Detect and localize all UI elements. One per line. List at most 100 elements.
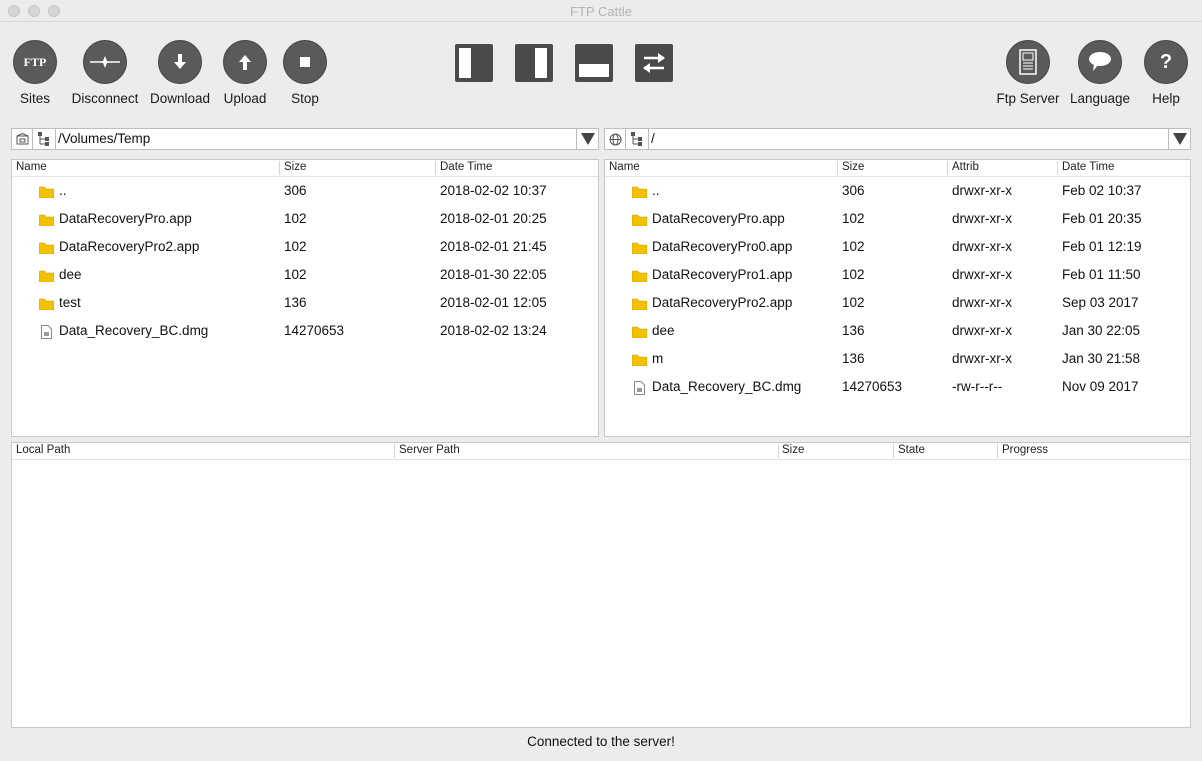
transfer-queue[interactable]: Local Path Server Path Size State Progre… [11, 442, 1191, 728]
local-file-row[interactable]: .. 306 2018-02-02 10:37 [12, 177, 598, 205]
local-col-date[interactable]: Date Time [436, 161, 492, 176]
remote-size-cell: 102 [842, 267, 865, 282]
folder-icon [38, 213, 55, 231]
local-file-list[interactable]: Name Size Date Time .. 306 2018-02-02 10:3… [11, 159, 599, 437]
remote-name-cell: DataRecoveryPro1.app [652, 267, 793, 282]
sites-label: Sites [19, 91, 50, 106]
local-file-row[interactable]: DataRecoveryPro2.app 102 2018-02-01 21:45 [12, 233, 598, 261]
remote-size-cell: 136 [842, 351, 865, 366]
local-tree-icon[interactable] [36, 131, 52, 147]
remote-name-cell: DataRecoveryPro2.app [652, 295, 793, 310]
local-file-row[interactable]: Data_Recovery_BC.dmg 14270653 2018-02-02 1… [12, 317, 598, 345]
folder-icon [38, 269, 55, 287]
local-name-cell: DataRecoveryPro.app [59, 211, 192, 226]
local-size-cell: 102 [284, 267, 307, 282]
local-file-row[interactable]: DataRecoveryPro.app 102 2018-02-01 20:25 [12, 205, 598, 233]
remote-name-cell: Data_Recovery_BC.dmg [652, 379, 802, 394]
remote-file-row[interactable]: m 136 drwxr-xr-x Jan 30 21:58 [605, 345, 1190, 373]
queue-col-progress[interactable]: Progress [998, 444, 1048, 459]
local-size-cell: 136 [284, 295, 307, 310]
remote-date-cell: Sep 03 2017 [1062, 295, 1139, 310]
remote-attrib-cell: drwxr-xr-x [952, 211, 1012, 226]
remote-list-header: Name Size Attrib Date Time [605, 160, 1190, 177]
folder-icon [38, 241, 55, 259]
chevron-down-icon [1172, 133, 1187, 145]
folder-icon [631, 269, 648, 287]
remote-col-date[interactable]: Date Time [1058, 161, 1114, 176]
folder-icon [631, 353, 648, 371]
remote-name-cell: DataRecoveryPro.app [652, 211, 785, 226]
local-date-cell: 2018-02-01 12:05 [440, 295, 547, 310]
help-button[interactable]: ? Help [1126, 40, 1202, 110]
local-path-input[interactable]: /Volumes/Temp [58, 131, 150, 146]
local-size-cell: 102 [284, 211, 307, 226]
local-list-header: Name Size Date Time [12, 160, 598, 177]
folder-icon [631, 241, 648, 259]
local-file-row[interactable]: dee 102 2018-01-30 22:05 [12, 261, 598, 289]
help-label: Help [1152, 91, 1180, 106]
remote-attrib-cell: drwxr-xr-x [952, 351, 1012, 366]
remote-col-size[interactable]: Size [838, 161, 864, 176]
queue-col-size[interactable]: Size [778, 444, 804, 459]
download-arrow-icon [158, 40, 202, 84]
remote-file-row[interactable]: Data_Recovery_BC.dmg 14270653 -rw-r--r-- No… [605, 373, 1190, 401]
remote-size-cell: 306 [842, 183, 865, 198]
remote-file-row[interactable]: DataRecoveryPro1.app 102 drwxr-xr-x Feb 01 … [605, 261, 1190, 289]
remote-date-cell: Feb 01 11:50 [1062, 267, 1141, 282]
ftp-server-label: Ftp Server [996, 91, 1060, 106]
speech-bubble-icon [1078, 40, 1122, 84]
local-name-cell: .. [59, 183, 67, 198]
globe-icon[interactable] [607, 131, 623, 147]
local-col-name[interactable]: Name [12, 161, 47, 176]
title-bar: FTP Cattle [0, 0, 1202, 22]
local-drive-icon[interactable] [14, 131, 30, 147]
local-col-size[interactable]: Size [280, 161, 306, 176]
remote-file-row[interactable]: DataRecoveryPro0.app 102 drwxr-xr-x Feb 01 … [605, 233, 1190, 261]
remote-size-cell: 136 [842, 323, 865, 338]
folder-icon [631, 213, 648, 231]
remote-name-cell: DataRecoveryPro0.app [652, 239, 793, 254]
file-icon [634, 381, 645, 400]
remote-size-cell: 102 [842, 295, 865, 310]
queue-col-server-path[interactable]: Server Path [395, 444, 460, 459]
disconnect-label: Disconnect [71, 91, 139, 106]
ftp-server-button[interactable]: Ftp Server [988, 40, 1068, 110]
remote-file-row[interactable]: dee 136 drwxr-xr-x Jan 30 22:05 [605, 317, 1190, 345]
chevron-down-icon [580, 133, 595, 145]
local-date-cell: 2018-02-01 20:25 [440, 211, 547, 226]
local-date-cell: 2018-01-30 22:05 [440, 267, 547, 282]
layout-bottom-pane-button[interactable] [575, 44, 613, 82]
sites-button[interactable]: FTP Sites [0, 40, 75, 110]
layout-right-pane-button[interactable] [515, 44, 553, 82]
remote-path-bar: / [604, 128, 1191, 150]
remote-file-row[interactable]: DataRecoveryPro.app 102 drwxr-xr-x Feb 01 2… [605, 205, 1190, 233]
queue-col-state[interactable]: State [894, 444, 925, 459]
folder-icon [631, 185, 648, 203]
remote-date-cell: Jan 30 21:58 [1062, 351, 1141, 366]
remote-tree-icon[interactable] [629, 131, 645, 147]
local-date-cell: 2018-02-02 10:37 [440, 183, 547, 198]
status-text: Connected to the server! [527, 734, 675, 749]
layout-left-pane-button[interactable] [455, 44, 493, 82]
local-path-dropdown[interactable] [576, 129, 598, 149]
remote-name-cell: dee [652, 323, 675, 338]
remote-file-list[interactable]: Name Size Attrib Date Time .. 306 drwxr-xr… [604, 159, 1191, 437]
queue-col-local-path[interactable]: Local Path [12, 444, 70, 459]
swap-panes-button[interactable] [635, 44, 673, 82]
remote-col-attrib[interactable]: Attrib [948, 161, 979, 176]
stop-button[interactable]: Stop [265, 40, 345, 110]
folder-icon [631, 297, 648, 315]
remote-path-dropdown[interactable] [1168, 129, 1190, 149]
remote-name-cell: .. [652, 183, 660, 198]
remote-path-input[interactable]: / [651, 131, 655, 146]
disconnect-button[interactable]: Disconnect [65, 40, 145, 110]
local-file-row[interactable]: test 136 2018-02-01 12:05 [12, 289, 598, 317]
local-name-cell: test [59, 295, 81, 310]
remote-col-name[interactable]: Name [605, 161, 640, 176]
file-icon [41, 325, 52, 344]
remote-size-cell: 14270653 [842, 379, 903, 394]
ftp-icon: FTP [13, 40, 57, 84]
remote-size-cell: 102 [842, 239, 865, 254]
remote-file-row[interactable]: DataRecoveryPro2.app 102 drwxr-xr-x Sep 03 … [605, 289, 1190, 317]
remote-file-row[interactable]: .. 306 drwxr-xr-x Feb 02 10:37 [605, 177, 1190, 205]
